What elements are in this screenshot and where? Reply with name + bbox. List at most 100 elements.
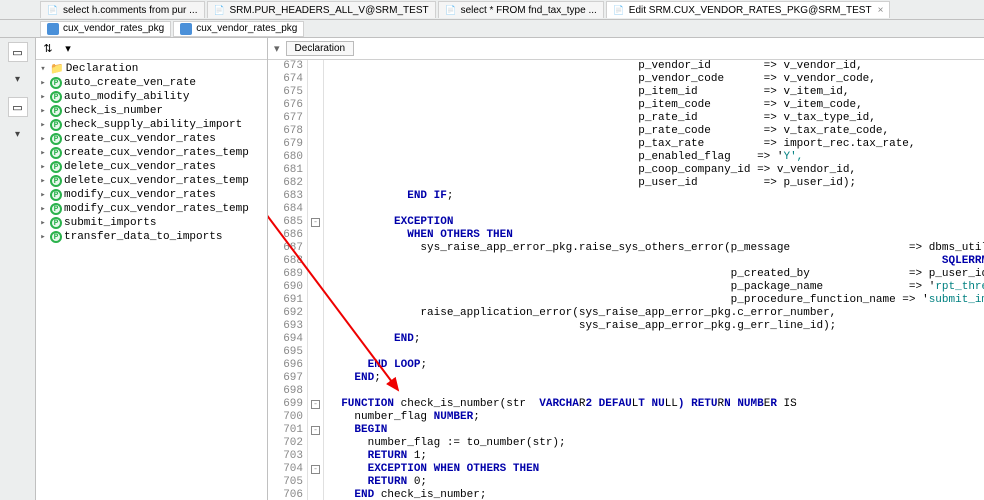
code-line[interactable]: SQLERRM,	[328, 255, 984, 268]
code-line[interactable]: END;	[328, 333, 984, 346]
fold-cell: -	[308, 424, 323, 437]
outline-root[interactable]: ▾📁Declaration	[36, 62, 267, 76]
expander-icon[interactable]: ▸	[38, 106, 48, 116]
file-tab[interactable]: 📄Edit SRM.CUX_VENDOR_RATES_PKG@SRM_TEST×	[606, 1, 891, 18]
dropdown-icon[interactable]: ▾	[60, 41, 76, 57]
code-line[interactable]: sys_raise_app_error_pkg.raise_sys_others…	[328, 242, 984, 255]
code-line[interactable]: END IF;	[328, 190, 984, 203]
expander-icon[interactable]: ▸	[38, 134, 48, 144]
outline-item-label: check_is_number	[64, 105, 163, 117]
expander-icon[interactable]: ▸	[38, 204, 48, 214]
outline-item[interactable]: ▸Pmodify_cux_vendor_rates_temp	[36, 202, 267, 216]
code-line[interactable]: p_coop_company_id => v_vendor_id,	[328, 164, 984, 177]
close-icon[interactable]: ×	[878, 5, 884, 16]
code-line[interactable]: EXCEPTION	[328, 216, 984, 229]
code-line[interactable]: END;	[328, 372, 984, 385]
code-line[interactable]: p_created_by => p_user_id,	[328, 268, 984, 281]
code-line[interactable]	[328, 385, 984, 398]
sort-icon[interactable]: ⇅	[40, 41, 56, 57]
tab-label: Edit SRM.CUX_VENDOR_RATES_PKG@SRM_TEST	[629, 5, 872, 16]
package-tab[interactable]: cux_vendor_rates_pkg	[40, 21, 171, 37]
line-number: 676	[272, 99, 303, 112]
expander-icon[interactable]: ▸	[38, 78, 48, 88]
outline-item[interactable]: ▸Psubmit_imports	[36, 216, 267, 230]
fold-cell	[308, 86, 323, 99]
expander-icon[interactable]: ▾	[38, 64, 48, 74]
fold-cell	[308, 112, 323, 125]
code-line[interactable]: number_flag := to_number(str);	[328, 437, 984, 450]
code-line[interactable]: RETURN 0;	[328, 476, 984, 489]
file-tab[interactable]: 📄select h.comments from pur ...	[40, 1, 205, 18]
expander-icon[interactable]: ▸	[38, 120, 48, 130]
outline-item[interactable]: ▸Pauto_create_ven_rate	[36, 76, 267, 90]
line-number-gutter: 6736746756766776786796806816826836846856…	[268, 60, 308, 500]
line-number: 702	[272, 437, 303, 450]
code-line[interactable]: number_flag NUMBER;	[328, 411, 984, 424]
code-line[interactable]: EXCEPTION WHEN OTHERS THEN	[328, 463, 984, 476]
fold-toggle[interactable]: -	[311, 218, 320, 227]
code-line[interactable]: END LOOP;	[328, 359, 984, 372]
code-line[interactable]: p_item_code => v_item_code,	[328, 99, 984, 112]
outline-item[interactable]: ▸Pmodify_cux_vendor_rates	[36, 188, 267, 202]
toolbar-button[interactable]: ▭	[8, 42, 28, 62]
toolbar-button[interactable]: ▭	[8, 97, 28, 117]
outline-item[interactable]: ▸Pcheck_supply_ability_import	[36, 118, 267, 132]
code-line[interactable]: p_rate_code => v_tax_rate_code,	[328, 125, 984, 138]
fold-toggle[interactable]: -	[311, 400, 320, 409]
code-line[interactable]: p_procedure_function_name => 'submit_imp…	[328, 294, 984, 307]
declaration-button[interactable]: Declaration	[286, 41, 355, 56]
code-area[interactable]: 6736746756766776786796806816826836846856…	[268, 60, 984, 500]
code-line[interactable]: END check_is_number;	[328, 489, 984, 500]
outline-item[interactable]: ▸Pauto_modify_ability	[36, 90, 267, 104]
code-line[interactable]: BEGIN	[328, 424, 984, 437]
code-line[interactable]	[328, 203, 984, 216]
line-number: 705	[272, 476, 303, 489]
file-tab[interactable]: 📄select * FROM fnd_tax_type ...	[438, 1, 604, 18]
code-line[interactable]	[328, 346, 984, 359]
outline-item[interactable]: ▸Pcreate_cux_vendor_rates	[36, 132, 267, 146]
line-number: 699	[272, 398, 303, 411]
code-line[interactable]: p_vendor_code => v_vendor_code,	[328, 73, 984, 86]
expander-icon[interactable]: ▸	[38, 92, 48, 102]
code-line[interactable]: p_vendor_id => v_vendor_id,	[328, 60, 984, 73]
code-line[interactable]: raise_application_error(sys_raise_app_er…	[328, 307, 984, 320]
code-line[interactable]: p_package_name => 'rpt_three_rates_impor…	[328, 281, 984, 294]
code-line[interactable]: p_enabled_flag => 'Y',	[328, 151, 984, 164]
outline-item[interactable]: ▸Pcheck_is_number	[36, 104, 267, 118]
expander-icon[interactable]: ▸	[38, 218, 48, 228]
line-number: 687	[272, 242, 303, 255]
file-tab[interactable]: 📄SRM.PUR_HEADERS_ALL_V@SRM_TEST	[207, 1, 436, 18]
dropdown-icon[interactable]: ▾	[274, 42, 280, 55]
code-line[interactable]: p_user_id => p_user_id);	[328, 177, 984, 190]
procedure-icon: P	[50, 203, 62, 215]
fold-toggle[interactable]: -	[311, 465, 320, 474]
outline-item[interactable]: ▸Ptransfer_data_to_imports	[36, 230, 267, 244]
expander-icon[interactable]: ▸	[38, 148, 48, 158]
code-line[interactable]: sys_raise_app_error_pkg.g_err_line_id);	[328, 320, 984, 333]
expander-icon[interactable]: ▸	[38, 232, 48, 242]
fold-cell	[308, 307, 323, 320]
expander-icon[interactable]: ▸	[38, 190, 48, 200]
expander-icon[interactable]: ▸	[38, 176, 48, 186]
outline-root-label: Declaration	[66, 63, 139, 75]
expander-icon[interactable]: ▸	[38, 162, 48, 172]
tab-label: SRM.PUR_HEADERS_ALL_V@SRM_TEST	[230, 5, 429, 16]
fold-toggle[interactable]: -	[311, 426, 320, 435]
outline-item[interactable]: ▸Pcreate_cux_vendor_rates_temp	[36, 146, 267, 160]
line-number: 680	[272, 151, 303, 164]
fold-cell	[308, 489, 323, 500]
code-line[interactable]: WHEN OTHERS THEN	[328, 229, 984, 242]
code-line[interactable]: RETURN 1;	[328, 450, 984, 463]
fold-gutter[interactable]: - - - -	[308, 60, 324, 500]
outline-item[interactable]: ▸Pdelete_cux_vendor_rates	[36, 160, 267, 174]
package-tab[interactable]: cux_vendor_rates_pkg	[173, 21, 304, 37]
code-line[interactable]: FUNCTION check_is_number(str VARCHAR2 DE…	[328, 398, 984, 411]
line-number: 696	[272, 359, 303, 372]
code-line[interactable]: p_item_id => v_item_id,	[328, 86, 984, 99]
outline-item[interactable]: ▸Pdelete_cux_vendor_rates_temp	[36, 174, 267, 188]
line-number: 693	[272, 320, 303, 333]
code-line[interactable]: p_rate_id => v_tax_type_id,	[328, 112, 984, 125]
fold-cell	[308, 437, 323, 450]
code-text[interactable]: p_vendor_id => v_vendor_id, p_vendor_cod…	[324, 60, 984, 500]
code-line[interactable]: p_tax_rate => import_rec.tax_rate,	[328, 138, 984, 151]
